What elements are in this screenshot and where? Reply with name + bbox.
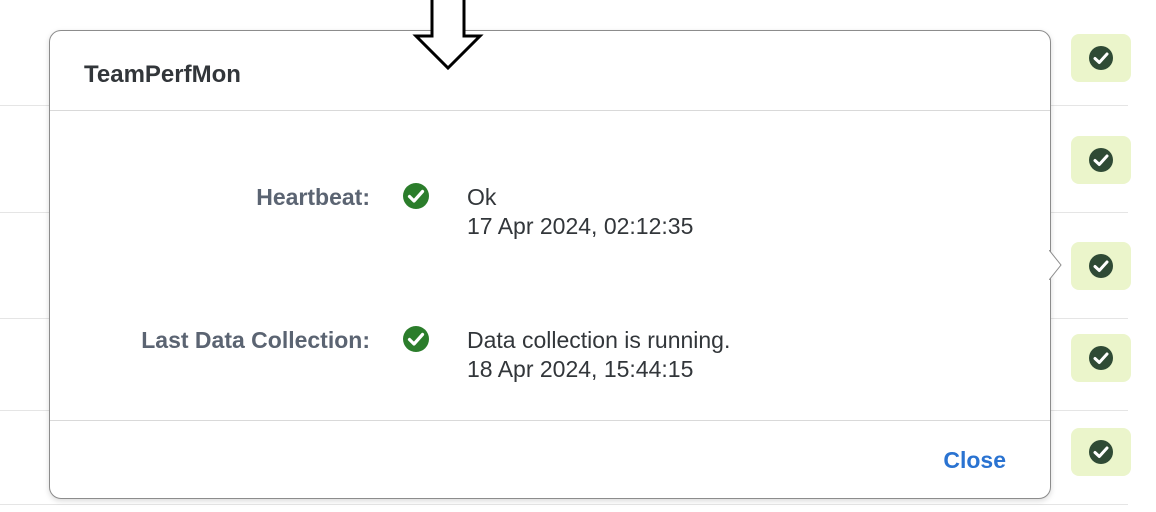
row-status-chip[interactable]: [1071, 136, 1131, 184]
row-status-chip[interactable]: [1071, 428, 1131, 476]
last-data-collection-status: Data collection is running.: [467, 327, 731, 353]
last-data-collection-timestamp: 18 Apr 2024, 15:44:15: [467, 356, 694, 382]
row-status-chip[interactable]: [1071, 242, 1131, 290]
heartbeat-value: Ok 17 Apr 2024, 02:12:35: [467, 183, 693, 241]
check-circle-icon: [1089, 46, 1113, 70]
row-divider: [0, 504, 1128, 505]
check-circle-icon: [1089, 148, 1113, 172]
status-popover: TeamPerfMon Heartbeat: Ok 17 Apr 2024, 0…: [49, 30, 1051, 499]
heartbeat-label: Heartbeat:: [256, 184, 370, 210]
row-status-chip[interactable]: [1071, 34, 1131, 82]
heartbeat-status: Ok: [467, 184, 497, 210]
last-data-collection-value: Data collection is running. 18 Apr 2024,…: [467, 326, 730, 384]
check-circle-icon: [403, 326, 429, 352]
popover-title: TeamPerfMon: [84, 61, 241, 88]
popover-footer-divider: [50, 420, 1050, 421]
heartbeat-timestamp: 17 Apr 2024, 02:12:35: [467, 213, 694, 239]
close-button[interactable]: Close: [943, 447, 1006, 474]
check-circle-icon: [1089, 440, 1113, 464]
popover-header: TeamPerfMon: [50, 31, 1050, 111]
check-circle-icon: [403, 183, 429, 209]
check-circle-icon: [1089, 346, 1113, 370]
last-data-collection-label: Last Data Collection:: [141, 327, 370, 353]
row-status-chip[interactable]: [1071, 334, 1131, 382]
popover-pointer: [1049, 250, 1062, 280]
page: TeamPerfMon Heartbeat: Ok 17 Apr 2024, 0…: [0, 0, 1156, 512]
down-arrow-icon: [412, 0, 484, 71]
check-circle-icon: [1089, 254, 1113, 278]
